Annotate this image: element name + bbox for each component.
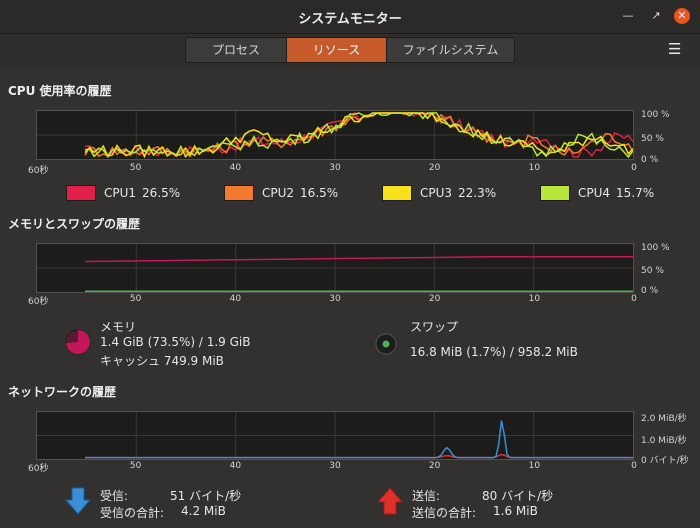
network-axis-max: 2.0 MiB/秒 [641,414,687,424]
cpu1-legend[interactable]: CPU1 26.5% [66,185,180,201]
memory-pie-icon[interactable] [64,328,92,356]
memory-label: メモリ [100,320,137,334]
x-tick-label: 20 [428,461,441,471]
cpu4-color-swatch[interactable] [540,185,570,201]
x-tick-label: 20 [428,294,441,304]
x-tick-label: 40 [229,461,242,471]
x-tick-label: 60秒 [28,166,49,176]
x-tick-label: 30 [329,461,341,471]
cpu4-legend[interactable]: CPU4 15.7% [540,185,654,201]
receive-series-line [85,420,633,459]
x-tick-label: 50 [129,163,142,173]
memory-history-graph [36,243,634,293]
cpu-axis-50: 50 % [641,134,664,144]
send-arrow-icon[interactable] [376,486,404,516]
cpu3-name: CPU3 [420,186,453,200]
memory-history-plot [37,244,633,292]
swap-usage: 16.8 MiB (1.7%) / 958.2 MiB [410,345,578,359]
cpu-section-title: CPU 使用率の履歴 [8,84,112,98]
send-total-label: 送信の合計: [412,506,477,520]
send-rate: 80 バイト/秒 [482,489,554,503]
x-tick-label: 40 [229,294,242,304]
minimize-icon[interactable]: — [620,8,636,24]
receive-label: 受信: [100,489,129,503]
x-tick-label: 60秒 [28,297,49,307]
x-tick-label: 0 [631,163,637,173]
memory-section-title: メモリとスワップの履歴 [8,217,141,231]
cpu3-value: 22.3% [458,186,497,200]
x-tick-label: 20 [428,163,441,173]
cpu4-name: CPU4 [578,186,611,200]
x-tick-label: 40 [229,163,242,173]
cpu2-color-swatch[interactable] [224,185,254,201]
menu-icon[interactable]: ☰ [668,42,682,57]
cpu1-color-swatch[interactable] [66,185,96,201]
cpu1-name: CPU1 [104,186,137,200]
cpu-history-plot [37,111,633,159]
receive-rate: 51 バイト/秒 [170,489,242,503]
cpu-axis-100: 100 % [641,110,670,120]
tab-bar: プロセス リソース ファイルシステム [0,34,700,66]
send-total: 1.6 MiB [493,504,538,518]
tab-filesystems[interactable]: ファイルシステム [386,38,514,62]
title-bar: システムモニター — ↗ ✕ [0,0,700,34]
tab-processes[interactable]: プロセス [186,38,286,62]
cpu2-value: 16.5% [300,186,339,200]
network-section-title: ネットワークの履歴 [8,385,117,399]
network-axis-mid: 1.0 MiB/秒 [641,436,687,446]
cpu4-value: 15.7% [616,186,655,200]
cache-usage: キャッシュ 749.9 MiB [100,354,224,368]
x-tick-label: 30 [329,163,341,173]
tab-resources[interactable]: リソース [286,38,386,62]
cpu3-color-swatch[interactable] [382,185,412,201]
cpu3-legend[interactable]: CPU3 22.3% [382,185,496,201]
swap-label: スワップ [410,320,459,334]
window-title: システムモニター [298,12,402,27]
x-tick-label: 50 [129,294,142,304]
x-tick-label: 60秒 [28,464,49,474]
memory-series-line [84,255,633,263]
x-tick-label: 10 [528,461,541,471]
x-tick-label: 50 [129,461,142,471]
cpu1-value: 26.5% [142,186,181,200]
receive-arrow-icon[interactable] [64,486,92,516]
memory-axis-100: 100 % [641,243,670,253]
x-tick-label: 0 [631,461,637,471]
cpu2-legend[interactable]: CPU2 16.5% [224,185,338,201]
x-tick-label: 10 [528,294,541,304]
send-label: 送信: [412,489,441,503]
x-tick-label: 10 [528,163,541,173]
swap-pie-icon[interactable] [372,330,400,358]
network-history-graph [36,411,634,460]
cpu2-name: CPU2 [262,186,295,200]
maximize-icon[interactable]: ↗ [648,8,664,24]
close-icon[interactable]: ✕ [674,8,690,24]
x-tick-label: 30 [329,294,341,304]
memory-axis-50: 50 % [641,266,664,276]
network-history-plot [37,412,633,459]
swap-pie-fill [382,340,390,348]
cpu-history-graph [36,110,634,160]
view-switcher: プロセス リソース ファイルシステム [185,37,515,63]
receive-total-label: 受信の合計: [100,506,165,520]
memory-usage: 1.4 GiB (73.5%) / 1.9 GiB [100,335,251,349]
x-tick-label: 0 [631,294,637,304]
receive-total: 4.2 MiB [181,504,226,518]
